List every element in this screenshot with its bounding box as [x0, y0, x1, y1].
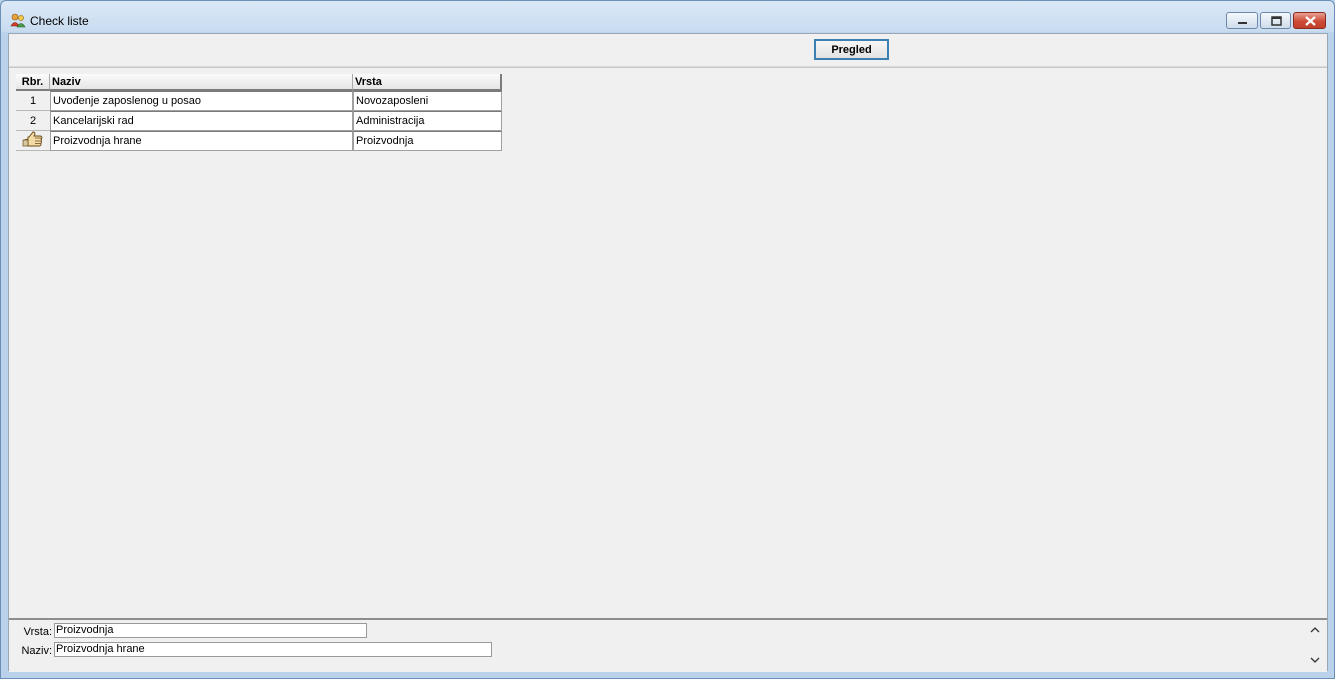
chevron-down-icon[interactable] [1308, 656, 1322, 668]
cell-naziv[interactable]: Kancelarijski rad [50, 111, 353, 131]
naziv-label: Naziv: [21, 645, 52, 657]
column-header-naziv[interactable]: Naziv [50, 74, 353, 91]
current-row-indicator [16, 131, 50, 151]
cell-naziv[interactable]: Proizvodnja hrane [50, 131, 353, 151]
toolbar: Pregled [9, 34, 1327, 67]
cell-vrsta[interactable]: Proizvodnja [353, 131, 502, 151]
pointing-hand-icon [22, 131, 44, 150]
column-header-rbr[interactable]: Rbr. [16, 74, 50, 91]
grid-header-row: Rbr. Naziv Vrsta [16, 74, 502, 91]
cell-vrsta[interactable]: Administracija [353, 111, 502, 131]
window-title: Check liste [30, 14, 89, 28]
row-number: 2 [16, 111, 50, 131]
list-panel: Rbr. Naziv Vrsta 1 Uvođenje zaposlenog u… [9, 67, 1327, 619]
row-number: 1 [16, 91, 50, 111]
naziv-field[interactable]: Proizvodnja hrane [54, 642, 492, 657]
pregled-button[interactable]: Pregled [814, 39, 889, 60]
minimize-button[interactable] [1226, 12, 1258, 29]
window: Check liste Pregled Rbr. Naziv Vrsta 1 U… [0, 0, 1335, 679]
close-button[interactable] [1293, 12, 1326, 29]
cell-naziv[interactable]: Uvođenje zaposlenog u posao [50, 91, 353, 111]
table-row[interactable]: 2 Kancelarijski rad Administracija [16, 111, 502, 131]
column-header-vrsta[interactable]: Vrsta [353, 74, 502, 91]
cell-vrsta[interactable]: Novozaposleni [353, 91, 502, 111]
client-area: Pregled Rbr. Naziv Vrsta 1 Uvođenje zapo… [8, 33, 1328, 672]
users-icon [10, 13, 26, 28]
table-row[interactable]: 1 Uvođenje zaposlenog u posao Novozaposl… [16, 91, 502, 111]
vrsta-field[interactable]: Proizvodnja [54, 623, 367, 638]
vrsta-label: Vrsta: [23, 626, 52, 638]
table-row-current[interactable]: Proizvodnja hrane Proizvodnja [16, 131, 502, 151]
title-bar[interactable]: Check liste [1, 1, 1334, 33]
chevron-up-icon[interactable] [1308, 626, 1322, 638]
details-panel: Vrsta: Proizvodnja Naziv: Proizvodnja hr… [9, 618, 1327, 672]
restore-button[interactable] [1260, 12, 1291, 29]
check-list-grid: Rbr. Naziv Vrsta 1 Uvođenje zaposlenog u… [16, 74, 502, 151]
